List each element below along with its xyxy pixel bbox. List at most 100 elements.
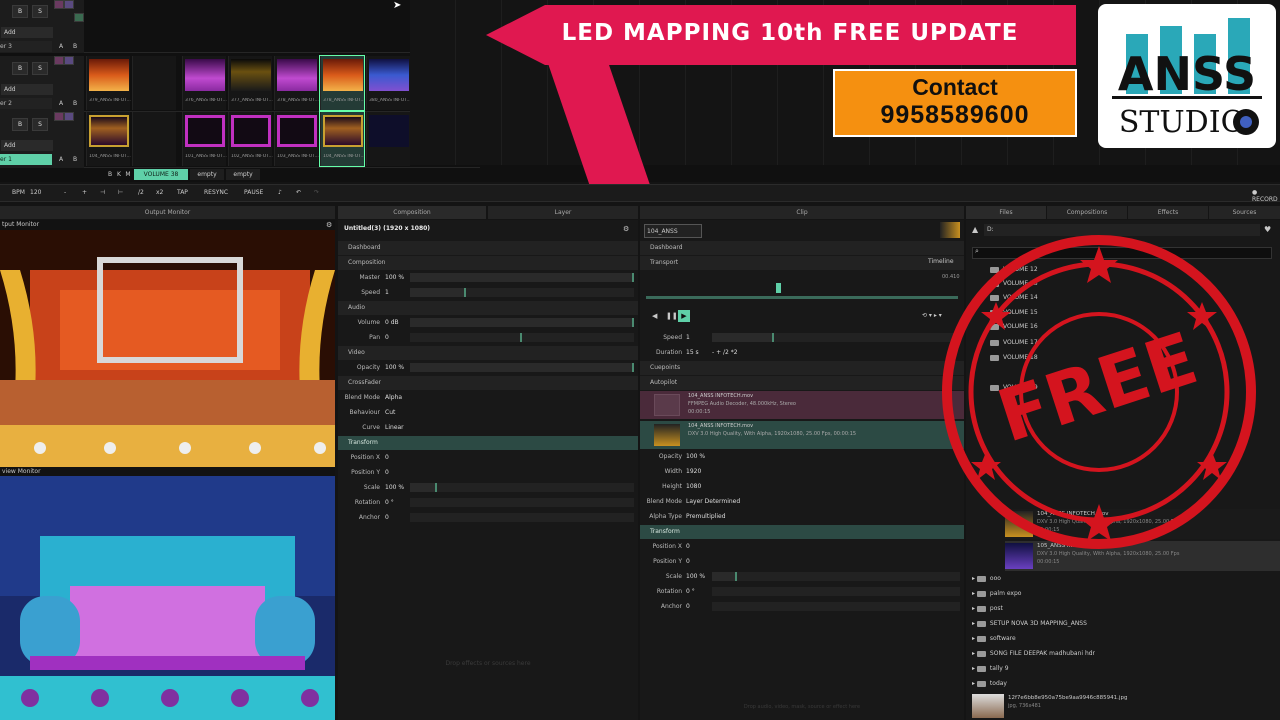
clip-posx-value[interactable]: 0	[686, 540, 690, 554]
clip-slot[interactable]: 103_ANSS INFOT...	[274, 112, 319, 166]
pause-button[interactable]: PAUSE	[244, 189, 263, 196]
crossfade-a-button[interactable]: A	[55, 98, 67, 109]
crossfade-b-button[interactable]: B	[69, 154, 81, 165]
favorite-icon[interactable]: ♥	[1264, 225, 1271, 234]
clip-slot[interactable]: 102_ANSS INFOT...	[228, 112, 273, 166]
half-bpm-button[interactable]: /2	[138, 189, 144, 196]
deck-nav-next[interactable]: M	[124, 169, 132, 180]
solo-button[interactable]: S	[32, 118, 48, 131]
folder-item[interactable]: ▸ palm expo	[968, 587, 1280, 601]
clip-slot[interactable]: 378_ANSS INFOT...	[274, 56, 319, 110]
clip-scale-value[interactable]: 100 %	[686, 570, 705, 584]
file-item[interactable]: 12f7e6bb8e950a75be9aa9946c885941.jpg jpg…	[972, 693, 1280, 719]
deck-nav-first[interactable]: B	[106, 169, 114, 180]
composition-settings-icon[interactable]: ⚙	[623, 225, 629, 233]
behaviour-select[interactable]: Cut	[385, 406, 395, 420]
speed-value[interactable]: 1	[385, 286, 389, 300]
rotation-value[interactable]: 0 °	[385, 496, 394, 510]
speed-slider[interactable]	[410, 288, 634, 297]
layer-name[interactable]: er 2	[0, 98, 52, 109]
solo-button[interactable]: S	[32, 5, 48, 18]
tab-files[interactable]: Files	[966, 206, 1046, 219]
height-value[interactable]: 1080	[686, 480, 701, 494]
master-value[interactable]: 100 %	[385, 271, 404, 285]
master-slider[interactable]	[410, 273, 634, 282]
opacity-slider[interactable]	[410, 363, 634, 372]
clip-opacity-value[interactable]: 100 %	[686, 450, 705, 464]
bpm-increase-button[interactable]: +	[82, 189, 87, 196]
video-track[interactable]: 104_ANSS INFOTECH.mov DXV 3.0 High Quali…	[640, 421, 964, 449]
mute-button[interactable]	[54, 56, 64, 65]
auto-button[interactable]	[64, 0, 74, 9]
add-clip-select[interactable]: Add	[1, 140, 53, 151]
clip-slot[interactable]: 379_ANSS INFOT...	[86, 56, 131, 110]
clip-slot-empty[interactable]	[132, 56, 176, 110]
tab-composition[interactable]: Composition	[338, 206, 486, 219]
opacity-value[interactable]: 100 %	[385, 361, 404, 375]
deck-tab-active[interactable]: VOLUME 38	[134, 169, 188, 180]
pause-icon[interactable]: ❚❚	[666, 312, 678, 320]
folder-item[interactable]: ▸ ooo	[968, 572, 1280, 586]
layer-name[interactable]: er 3	[0, 41, 52, 52]
resync-button[interactable]: RESYNC	[204, 189, 228, 196]
auto-button[interactable]	[64, 56, 74, 65]
clip-posy-value[interactable]: 0	[686, 555, 690, 569]
nudge-forward-icon[interactable]: ⊢	[118, 189, 123, 196]
clip-speed-value[interactable]: 1	[686, 331, 690, 345]
volume-value[interactable]: 0 dB	[385, 316, 399, 330]
tap-button[interactable]: TAP	[177, 189, 188, 196]
clip-slot-active[interactable]: 104_ANSS INFOT...	[319, 111, 365, 167]
clip-rotation-slider[interactable]	[712, 587, 960, 596]
video-toggle[interactable]	[74, 13, 84, 22]
section-dashboard[interactable]: Dashboard	[640, 241, 964, 255]
clip-blend-select[interactable]: Layer Determined	[686, 495, 740, 509]
section-autopilot[interactable]: Autopilot	[640, 376, 964, 390]
anchor-slider[interactable]	[410, 513, 634, 522]
play-icon[interactable]: ▶	[678, 310, 690, 322]
clip-slot[interactable]: 377_ANSS INFOT...	[228, 56, 273, 110]
clip-slot[interactable]: 376_ANSS INFOT...	[182, 56, 227, 110]
mute-button[interactable]	[54, 112, 64, 121]
tab-effects[interactable]: Effects	[1128, 206, 1208, 219]
crossfade-b-button[interactable]: B	[69, 41, 81, 52]
bypass-button[interactable]: B	[12, 118, 28, 131]
section-crossfader[interactable]: CrossFader	[338, 376, 638, 390]
bypass-button[interactable]: B	[12, 5, 28, 18]
crossfade-b-button[interactable]: B	[69, 98, 81, 109]
section-transport[interactable]: Transport	[640, 256, 964, 270]
folder-item[interactable]: ▸ post	[968, 602, 1280, 616]
clip-rotation-value[interactable]: 0 °	[686, 585, 695, 599]
clip-anchor-value[interactable]: 0	[686, 600, 690, 614]
deck-tab[interactable]: empty	[190, 169, 224, 180]
clip-slot[interactable]	[366, 112, 410, 166]
audio-track[interactable]: 104_ANSS INFOTECH.mov FFMPEG Audio Decod…	[640, 391, 964, 419]
folder-item[interactable]: ▸ SETUP NOVA 3D MAPPING_ANSS	[968, 617, 1280, 631]
timeline-scrubber[interactable]	[646, 296, 958, 299]
layer-name-active[interactable]: er 1	[0, 154, 52, 165]
section-audio[interactable]: Audio	[338, 301, 638, 315]
solo-button[interactable]: S	[32, 62, 48, 75]
record-button[interactable]: ● RECORD	[1252, 189, 1280, 203]
output-settings-icon[interactable]: ⚙	[326, 221, 332, 229]
clip-scale-slider[interactable]	[712, 572, 960, 581]
folder-item[interactable]: ▸ tally 9	[968, 662, 1280, 676]
clip-slot-active[interactable]: 378_ANSS INFOT...	[319, 55, 365, 111]
section-transform[interactable]: Transform	[338, 436, 638, 450]
undo-icon[interactable]: ↶	[296, 189, 301, 196]
auto-button[interactable]	[64, 112, 74, 121]
clip-slot[interactable]: 380_ANSS INFOT...	[366, 56, 411, 110]
nudge-back-icon[interactable]: ⊣	[100, 189, 105, 196]
deck-tab[interactable]: empty	[226, 169, 260, 180]
posx-value[interactable]: 0	[385, 451, 389, 465]
add-clip-select[interactable]: Add	[1, 84, 53, 95]
mute-button[interactable]	[54, 0, 64, 9]
deck-nav-prev[interactable]: K	[115, 169, 123, 180]
folder-item[interactable]: ▸ software	[968, 632, 1280, 646]
clip-speed-slider[interactable]	[712, 333, 960, 342]
double-bpm-button[interactable]: x2	[156, 189, 163, 196]
metronome-icon[interactable]: ♪	[278, 189, 282, 196]
scale-slider[interactable]	[410, 483, 634, 492]
tab-clip[interactable]: Clip	[640, 206, 964, 219]
crossfade-a-button[interactable]: A	[55, 41, 67, 52]
clip-name-field[interactable]: 104_ANSS INFOTECH	[644, 224, 702, 249]
